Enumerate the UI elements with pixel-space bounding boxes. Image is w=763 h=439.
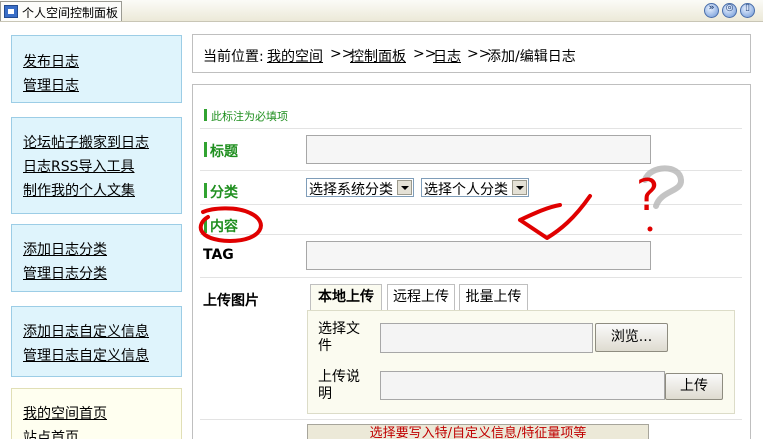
file-path-input[interactable] [380, 323, 593, 353]
sidebar-item-anthology[interactable]: 制作我的个人文集 [23, 180, 135, 200]
system-category-select[interactable]: 选择系统分类 [306, 178, 414, 198]
help-icon[interactable]: ◎ [722, 3, 737, 18]
breadcrumb-diary[interactable]: 日志 [433, 46, 461, 66]
sidebar-item-move-posts[interactable]: 论坛帖子搬家到日志 [23, 132, 149, 152]
sidebar-item-post-diary[interactable]: 发布日志 [23, 51, 79, 71]
divider [200, 204, 742, 205]
divider [200, 128, 742, 129]
breadcrumb-current: 添加/编辑日志 [487, 49, 576, 65]
personal-category-select[interactable]: 选择个人分类 [421, 178, 529, 198]
chevron-down-icon[interactable] [512, 180, 527, 195]
divider [200, 234, 742, 235]
sidebar-item-manage-custom-info[interactable]: 管理日志自定义信息 [23, 345, 149, 365]
category-label: 分类 [210, 185, 238, 201]
sidebar-item-add-custom-info[interactable]: 添加日志自定义信息 [23, 321, 149, 341]
breadcrumb-prefix: 当前位置: [203, 49, 264, 65]
choose-file-label: 选择文件 [318, 321, 360, 354]
divider [200, 170, 742, 171]
sidebar-group-tools: 论坛帖子搬家到日志 日志RSS导入工具 制作我的个人文集 [11, 117, 182, 214]
upload-desc-input[interactable] [380, 371, 665, 400]
custom-info-select-button[interactable]: 选择要写入特/自定义信息/特征量项等 [307, 424, 649, 439]
required-marker [204, 218, 207, 233]
tag-input[interactable] [306, 241, 651, 270]
tab-remote-upload[interactable]: 远程上传 [387, 284, 455, 310]
required-marker [204, 183, 207, 198]
forward-icon[interactable]: » [704, 3, 719, 18]
sidebar-item-manage-category[interactable]: 管理日志分类 [23, 263, 107, 283]
tab-batch-upload[interactable]: 批量上传 [459, 284, 528, 310]
required-marker [204, 142, 207, 157]
sidebar-group-category: 添加日志分类 管理日志分类 [11, 224, 182, 292]
sidebar-group-diary: 发布日志 管理日志 [11, 35, 182, 103]
upload-image-label: 上传图片 [203, 293, 259, 309]
window-title-bar: 个人空间控制面板 » ◎ ▯ [0, 0, 763, 22]
breadcrumb-my-space[interactable]: 我的空间 [267, 46, 323, 66]
title-label: 标题 [210, 144, 238, 160]
sidebar-group-custom-info: 添加日志自定义信息 管理日志自定义信息 [11, 306, 182, 377]
sidebar-item-rss-import[interactable]: 日志RSS导入工具 [23, 156, 135, 176]
divider [200, 277, 742, 278]
chevron-down-icon[interactable] [397, 180, 412, 195]
browse-button[interactable]: 浏览... [595, 323, 668, 352]
required-note: 此标注为必填项 [211, 110, 288, 123]
restore-icon[interactable]: ▯ [740, 3, 755, 18]
sidebar-item-site-home[interactable]: 站点首页 [23, 427, 79, 439]
window-title: 个人空间控制面板 [22, 6, 119, 20]
sidebar-item-manage-diary[interactable]: 管理日志 [23, 75, 79, 95]
required-marker [204, 109, 207, 121]
content-label: 内容 [210, 219, 238, 235]
window-icon [4, 5, 18, 18]
upload-button[interactable]: 上传 [665, 373, 723, 400]
upload-desc-label: 上传说明 [318, 369, 360, 402]
breadcrumb-control-panel[interactable]: 控制面板 [350, 46, 406, 66]
tab-local-upload[interactable]: 本地上传 [310, 284, 382, 311]
tag-label: TAG [203, 247, 234, 263]
sidebar-item-my-space-home[interactable]: 我的空间首页 [23, 403, 107, 423]
sidebar-item-add-category[interactable]: 添加日志分类 [23, 239, 107, 259]
title-input[interactable] [306, 135, 651, 164]
window-tab[interactable]: 个人空间控制面板 [0, 1, 122, 21]
breadcrumb: 当前位置: 我的空间 >> 控制面板 >> 日志 >> 添加/编辑日志 [192, 34, 751, 73]
divider [200, 419, 742, 420]
sidebar-group-home: 我的空间首页 站点首页 [11, 388, 182, 439]
